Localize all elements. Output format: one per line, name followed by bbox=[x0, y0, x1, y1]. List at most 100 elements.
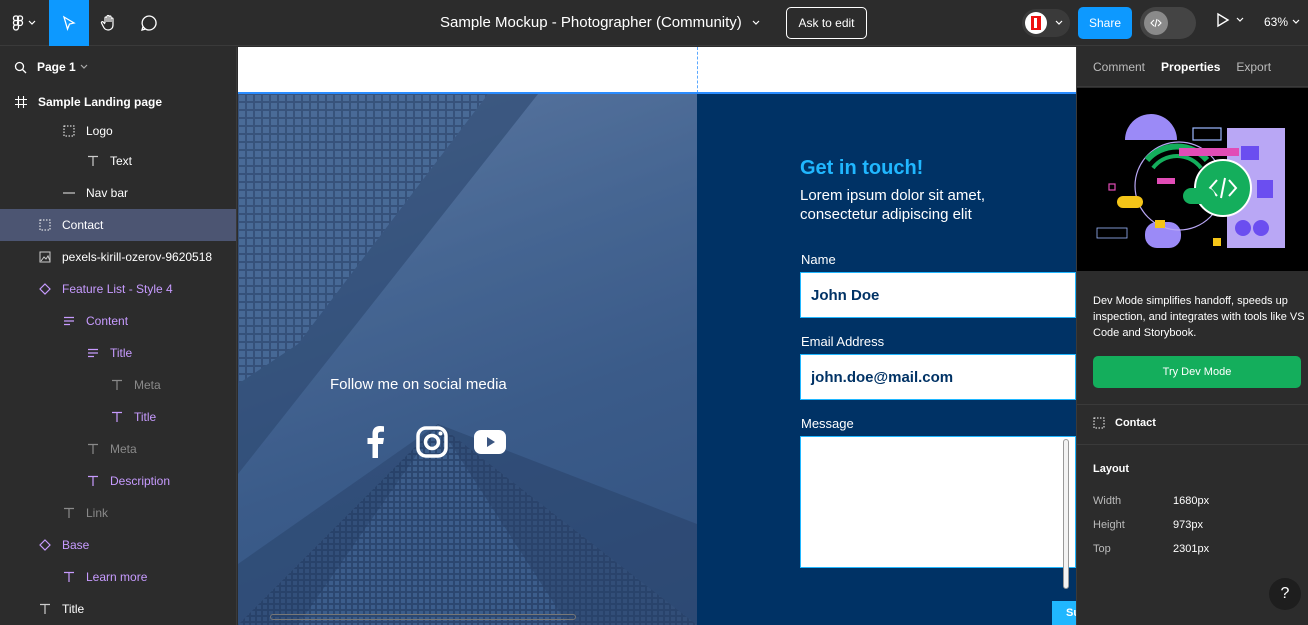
chevron-down-icon bbox=[1055, 20, 1063, 25]
text-icon bbox=[86, 154, 100, 168]
layer-label: Description bbox=[110, 474, 171, 488]
chevron-down-icon bbox=[28, 20, 36, 25]
building-photo[interactable]: Follow me on social media bbox=[238, 94, 697, 625]
page-name: Page 1 bbox=[37, 60, 76, 74]
layer-logo[interactable]: Logo bbox=[0, 117, 236, 145]
layer-label: Contact bbox=[62, 218, 104, 232]
layer-title-bottom[interactable]: Title bbox=[0, 593, 236, 625]
layer-link[interactable]: Link bbox=[0, 497, 236, 529]
panel-tabs: Comment Properties Export bbox=[1077, 47, 1308, 87]
instance-icon bbox=[38, 538, 52, 552]
ask-to-edit-button[interactable]: Ask to edit bbox=[786, 7, 867, 39]
youtube-icon[interactable] bbox=[474, 430, 506, 459]
layer-label: Logo bbox=[86, 124, 113, 138]
instagram-icon[interactable] bbox=[416, 426, 448, 463]
image-icon bbox=[38, 250, 52, 264]
layer-label: Title bbox=[110, 346, 133, 360]
message-textarea[interactable] bbox=[800, 436, 1076, 568]
group-icon bbox=[62, 124, 76, 138]
layer-description[interactable]: Description bbox=[0, 465, 236, 497]
tab-export[interactable]: Export bbox=[1236, 60, 1271, 74]
zoom-level: 63% bbox=[1264, 15, 1289, 29]
layer-nav-bar[interactable]: Nav bar bbox=[0, 177, 236, 209]
page-selector[interactable]: Page 1 bbox=[0, 47, 236, 87]
layer-label: Feature List - Style 4 bbox=[62, 282, 173, 296]
layer-contact[interactable]: Contact bbox=[0, 209, 236, 241]
layer-base[interactable]: Base bbox=[0, 529, 236, 561]
layer-content[interactable]: Content bbox=[0, 305, 236, 337]
width-value: 1680px bbox=[1173, 495, 1210, 507]
layer-meta-2[interactable]: Meta bbox=[0, 433, 236, 465]
move-tool-button[interactable] bbox=[49, 0, 89, 46]
document-title-menu[interactable]: Sample Mockup - Photographer (Community) bbox=[440, 14, 760, 31]
layer-label: Meta bbox=[134, 378, 161, 392]
name-field[interactable]: John Doe bbox=[800, 272, 1076, 318]
selection-name: Contact bbox=[1115, 417, 1156, 429]
hand-tool-button[interactable] bbox=[89, 0, 129, 46]
text-icon bbox=[38, 602, 52, 616]
zoom-menu[interactable]: 63% bbox=[1264, 15, 1300, 29]
comment-icon bbox=[141, 15, 157, 31]
follow-heading: Follow me on social media bbox=[330, 376, 507, 393]
selection-header[interactable]: Contact bbox=[1093, 417, 1156, 429]
layer-label: Link bbox=[86, 506, 109, 520]
tab-comment[interactable]: Comment bbox=[1093, 60, 1145, 74]
dev-mode-knob bbox=[1144, 11, 1168, 35]
help-button[interactable]: ? bbox=[1269, 578, 1301, 610]
contact-heading: Get in touch! bbox=[800, 157, 924, 179]
document-title: Sample Mockup - Photographer (Community) bbox=[440, 14, 742, 31]
vertical-scrollbar[interactable] bbox=[1063, 439, 1069, 589]
width-label: Width bbox=[1093, 495, 1122, 507]
layer-label: pexels-kirill-ozerov-9620518 bbox=[62, 250, 213, 264]
chevron-down-icon bbox=[752, 20, 760, 25]
help-icon: ? bbox=[1280, 585, 1290, 602]
text-icon bbox=[110, 378, 124, 392]
frame-top-area bbox=[238, 47, 1076, 93]
layer-text[interactable]: Text bbox=[0, 145, 236, 177]
avatar-logo-icon bbox=[1031, 16, 1041, 30]
present-button[interactable] bbox=[1216, 12, 1244, 28]
layer-label: Nav bar bbox=[86, 186, 129, 200]
email-field[interactable]: john.doe@mail.com bbox=[800, 354, 1076, 400]
layer-title-text[interactable]: Title bbox=[0, 401, 236, 433]
layer-meta[interactable]: Meta bbox=[0, 369, 236, 401]
line-icon bbox=[62, 186, 76, 200]
message-label: Message bbox=[801, 416, 854, 431]
layer-label: Title bbox=[134, 410, 157, 424]
tab-properties[interactable]: Properties bbox=[1161, 60, 1220, 74]
divider bbox=[1077, 404, 1308, 405]
layer-label: Text bbox=[110, 154, 133, 168]
layer-title-group[interactable]: Title bbox=[0, 337, 236, 369]
facebook-icon[interactable] bbox=[364, 426, 386, 463]
avatar bbox=[1025, 12, 1047, 34]
play-icon bbox=[1217, 12, 1230, 28]
guide-line bbox=[697, 47, 698, 93]
layer-label: Content bbox=[86, 314, 129, 328]
group-icon bbox=[1093, 417, 1105, 429]
design-canvas[interactable]: Follow me on social media Get in touch! … bbox=[238, 47, 1076, 625]
share-button[interactable]: Share bbox=[1078, 7, 1132, 39]
horizontal-scrollbar[interactable] bbox=[270, 614, 576, 620]
email-label: Email Address bbox=[801, 334, 885, 349]
name-label: Name bbox=[801, 252, 836, 267]
layer-label: Learn more bbox=[86, 570, 148, 584]
layer-learn-more[interactable]: Learn more bbox=[0, 561, 236, 593]
top-toolbar: Sample Mockup - Photographer (Community)… bbox=[0, 0, 1308, 46]
height-value: 973px bbox=[1173, 519, 1203, 531]
properties-panel: Comment Properties Export Dev Mode simpl… bbox=[1076, 47, 1308, 625]
dev-mode-toggle[interactable] bbox=[1140, 7, 1196, 39]
layer-frame-sample-landing-page[interactable]: Sample Landing page bbox=[0, 87, 236, 117]
code-icon bbox=[1150, 18, 1162, 28]
top-label: Top bbox=[1093, 543, 1111, 555]
search-icon bbox=[14, 61, 27, 73]
figma-menu-button[interactable] bbox=[0, 0, 48, 46]
try-dev-mode-button[interactable]: Try Dev Mode bbox=[1093, 356, 1301, 388]
layers-panel: Page 1 Sample Landing page Logo Text Nav… bbox=[0, 47, 237, 625]
layer-label: Base bbox=[62, 538, 90, 552]
layer-image[interactable]: pexels-kirill-ozerov-9620518 bbox=[0, 241, 236, 273]
layout-heading: Layout bbox=[1093, 463, 1130, 475]
submit-button[interactable]: Su bbox=[1052, 601, 1076, 625]
user-avatar-menu[interactable] bbox=[1022, 9, 1070, 37]
comment-tool-button[interactable] bbox=[129, 0, 169, 46]
layer-feature-list[interactable]: Feature List - Style 4 bbox=[0, 273, 236, 305]
